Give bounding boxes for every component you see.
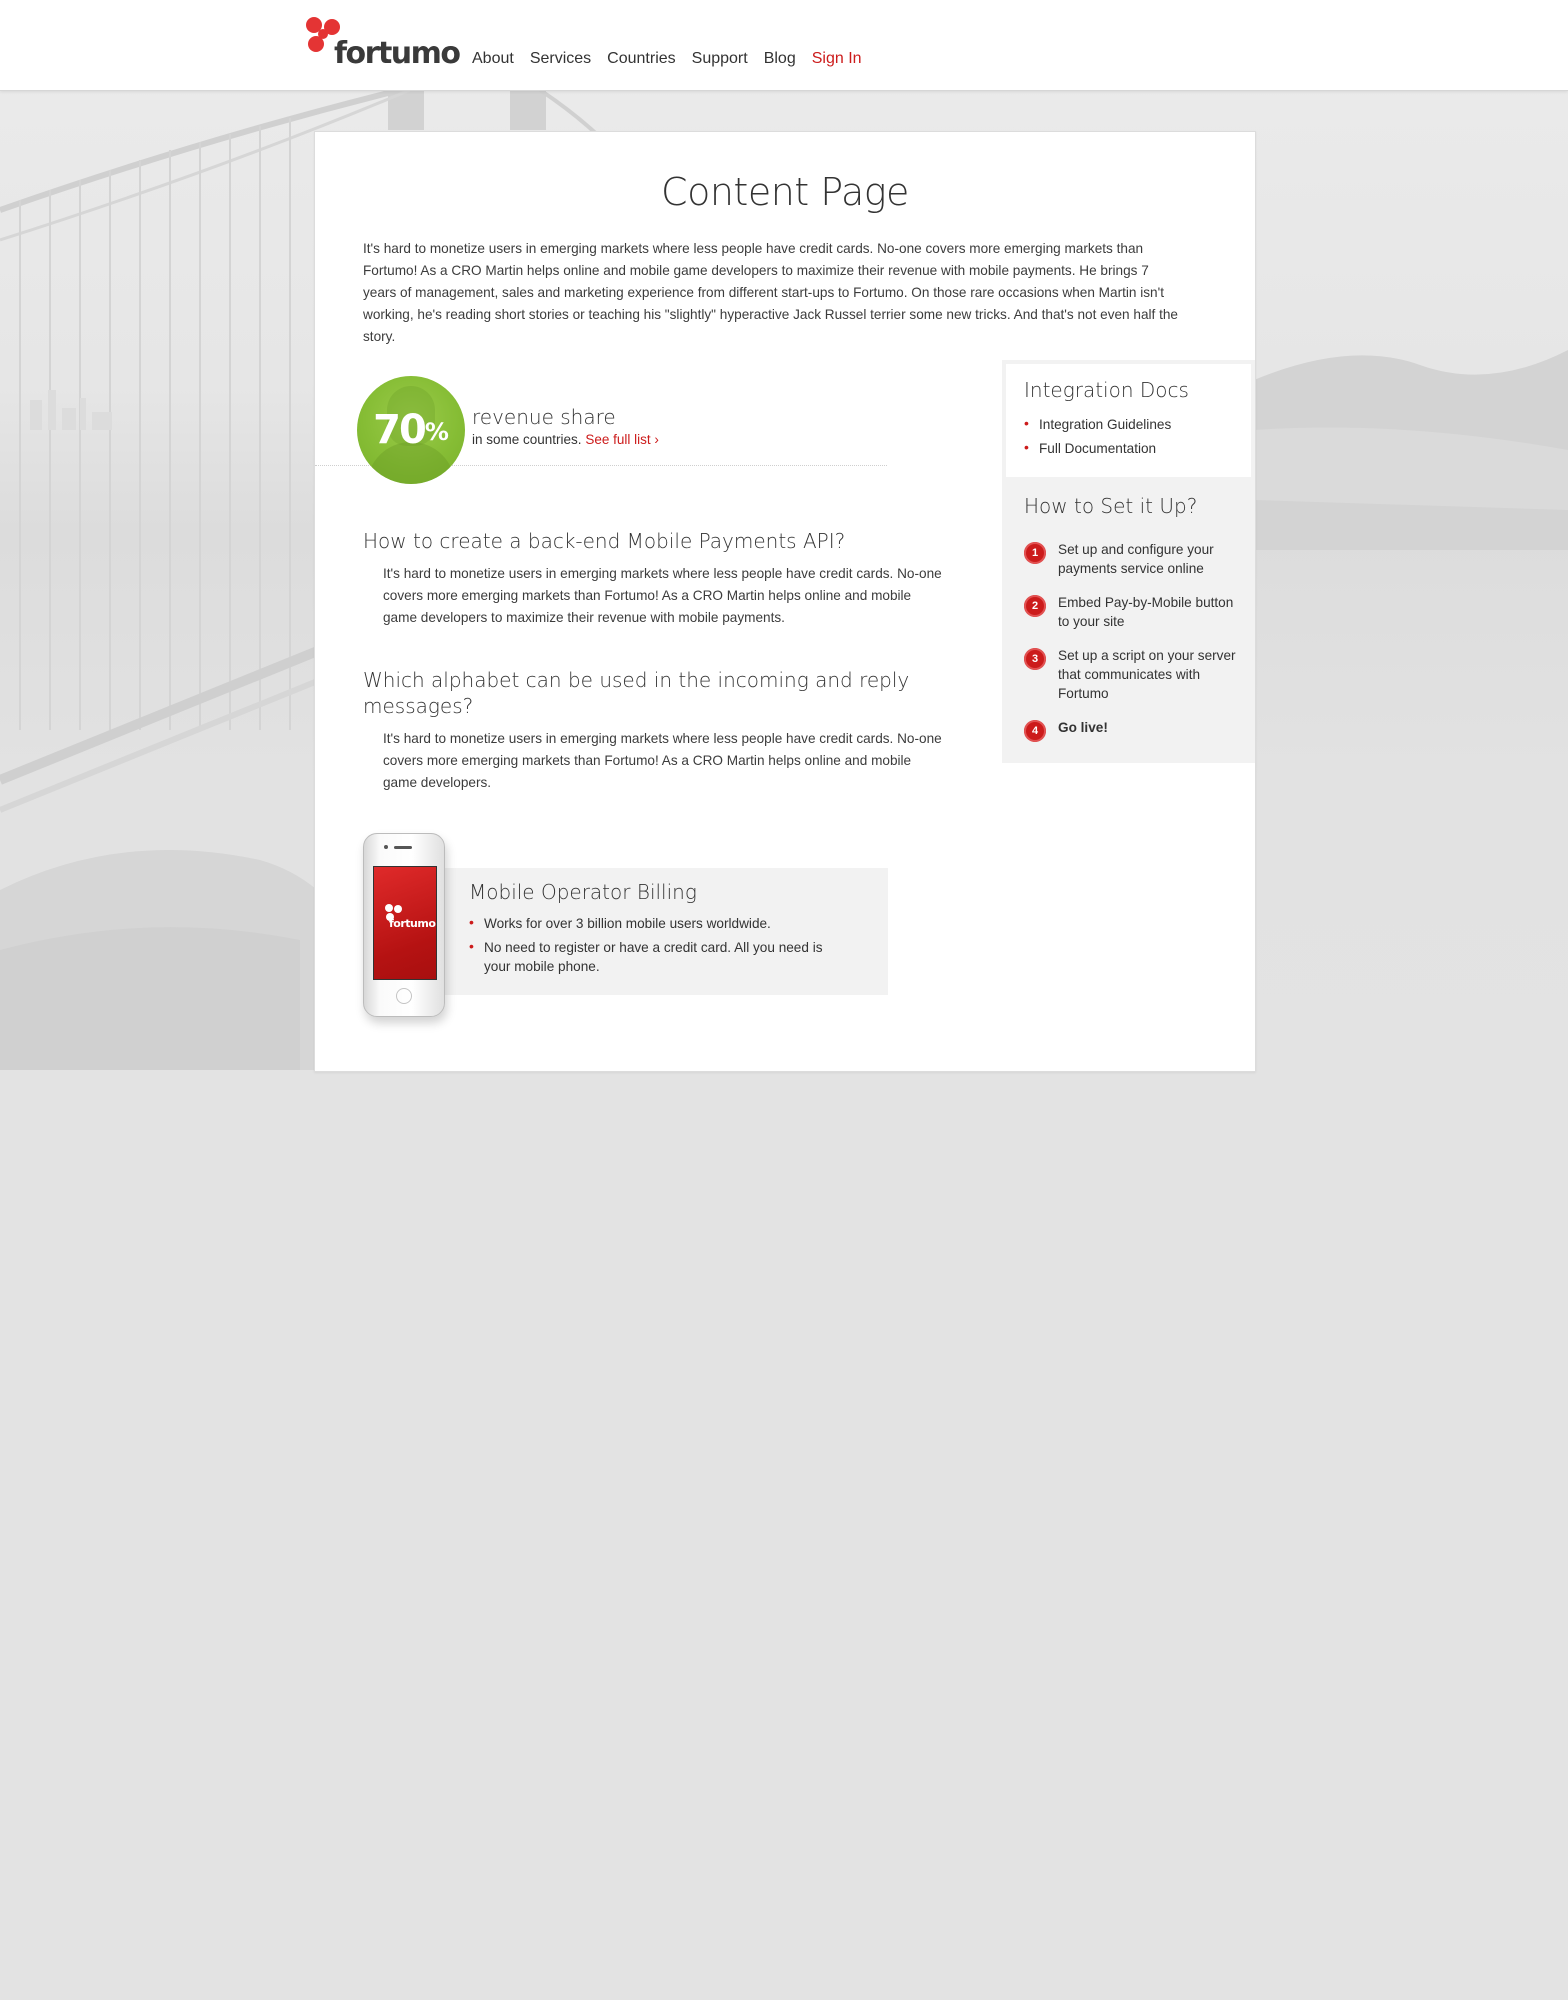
nav-support[interactable]: Support — [692, 50, 748, 68]
nav-services[interactable]: Services — [530, 50, 591, 68]
content-card: Content Page It's hard to monetize users… — [314, 131, 1256, 1072]
setup-step: 1 Set up and configure your payments serv… — [1024, 540, 1244, 578]
faq-question-2: Which alphabet can be used in the incomi… — [363, 668, 910, 718]
setup-steps: 1 Set up and configure your payments serv… — [1024, 540, 1244, 742]
nav-blog[interactable]: Blog — [764, 50, 796, 68]
revenue-subtitle: in some countries. See full list › — [472, 432, 659, 447]
phone-speaker — [394, 846, 412, 849]
revenue-subtitle-text: in some countries. — [472, 432, 586, 447]
docs-link-item[interactable]: • Integration Guidelines — [1024, 415, 1171, 434]
faq-answer-2: It's hard to monetize users in emerging … — [383, 731, 942, 790]
integration-docs-title: Integration Docs — [1024, 378, 1189, 402]
setup-step: 3 Set up a script on your server that com… — [1024, 646, 1244, 703]
setup-step: 4 Go live! — [1024, 718, 1244, 742]
bullet-icon: • — [1024, 439, 1029, 455]
phone-home-button — [396, 988, 412, 1004]
integration-docs-panel: Integration Docs • Integration Guidelines… — [1006, 364, 1251, 477]
revenue-percent-sign: % — [424, 418, 449, 446]
nav-countries[interactable]: Countries — [607, 50, 675, 68]
step-text: Set up and configure your payments servi… — [1058, 542, 1214, 576]
step-number-badge: 3 — [1024, 648, 1046, 670]
bullet-icon: • — [469, 938, 474, 954]
page-title: Content Page — [661, 170, 909, 214]
site-header: fortumo About Services Countries Support… — [0, 0, 1568, 91]
step-number-badge: 1 — [1024, 542, 1046, 564]
step-number-badge: 4 — [1024, 720, 1046, 742]
fortumo-logo[interactable]: fortumo — [302, 14, 461, 72]
phone-logo-wordmark: fortumo — [389, 917, 436, 930]
list-item: • No need to register or have a credit ca… — [469, 938, 849, 976]
phone-camera — [384, 845, 388, 849]
list-item-text: Works for over 3 billion mobile users wo… — [484, 916, 771, 931]
faq-answer-1: It's hard to monetize users in emerging … — [383, 566, 942, 625]
revenue-badge: 70% — [357, 376, 465, 484]
step-number-badge: 2 — [1024, 595, 1046, 617]
bullet-icon: • — [469, 914, 474, 930]
intro-paragraph: It's hard to monetize users in emerging … — [363, 241, 1178, 344]
revenue-percent-value: 70 — [373, 407, 427, 453]
see-full-list-link[interactable]: See full list › — [585, 432, 659, 447]
setup-step: 2 Embed Pay-by-Mobile button to your site — [1024, 593, 1244, 631]
list-item: • Works for over 3 billion mobile users w… — [469, 914, 849, 933]
mobile-billing-list: • Works for over 3 billion mobile users w… — [469, 914, 849, 981]
faq-question-1: How to create a back-end Mobile Payments… — [363, 529, 846, 553]
phone-screen: fortumo — [373, 866, 437, 980]
docs-link-item[interactable]: • Full Documentation — [1024, 439, 1171, 458]
logo-wordmark: fortumo — [334, 36, 461, 71]
setup-title: How to Set it Up? — [1024, 494, 1198, 518]
mobile-billing-title: Mobile Operator Billing — [469, 880, 697, 904]
nav-sign-in[interactable]: Sign In — [812, 50, 862, 68]
mobile-billing-panel: Mobile Operator Billing • Works for over … — [435, 868, 888, 995]
step-text: Set up a script on your server that comm… — [1058, 648, 1236, 701]
phone-image: fortumo — [363, 833, 445, 1017]
step-text: Go live! — [1058, 720, 1108, 735]
step-text: Embed Pay-by-Mobile button to your site — [1058, 595, 1234, 629]
sidebar: Integration Docs • Integration Guidelines… — [1002, 360, 1255, 763]
integration-docs-list: • Integration Guidelines • Full Documentat… — [1024, 415, 1171, 463]
main-nav: About Services Countries Support Blog Si… — [472, 50, 862, 68]
integration-guidelines-link[interactable]: Integration Guidelines — [1039, 417, 1171, 432]
bullet-icon: • — [1024, 415, 1029, 431]
full-documentation-link[interactable]: Full Documentation — [1039, 441, 1156, 456]
list-item-text: No need to register or have a credit car… — [484, 940, 823, 974]
nav-about[interactable]: About — [472, 50, 514, 68]
revenue-title: revenue share — [472, 405, 616, 429]
